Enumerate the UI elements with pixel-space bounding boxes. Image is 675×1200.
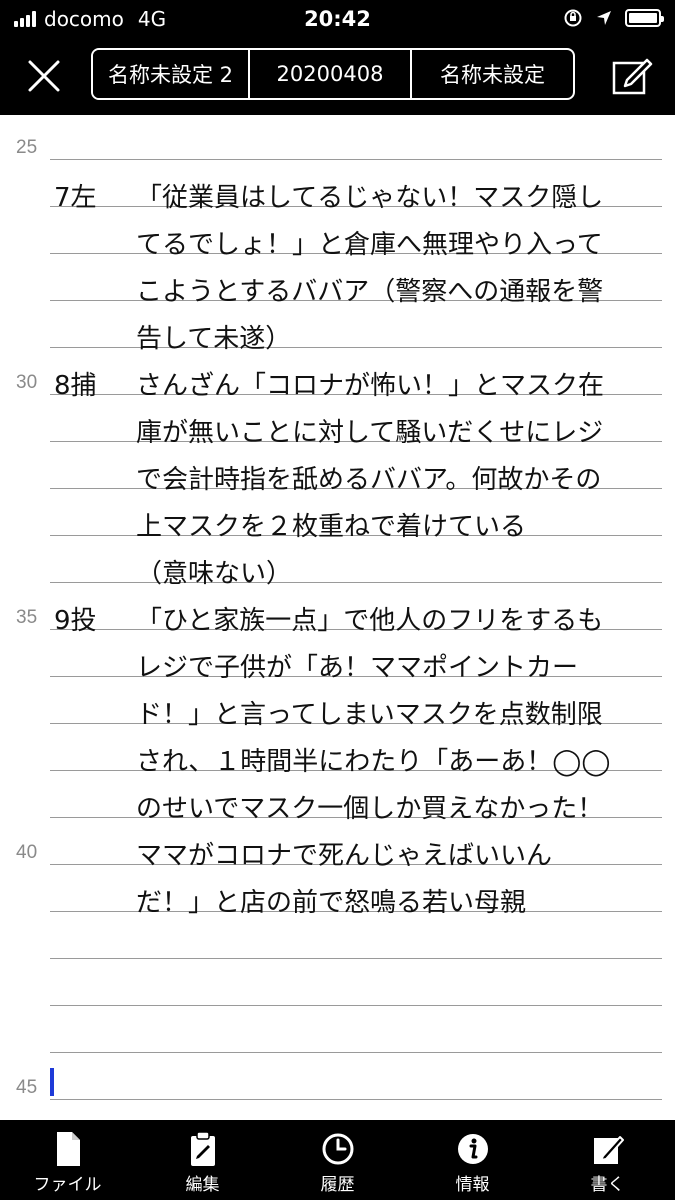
text-line: 上マスクを２枚重ねで着けている [136, 512, 527, 542]
tab-label: 情報 [455, 1175, 490, 1195]
tab-info[interactable]: 情報 [405, 1120, 540, 1200]
entry-label: 8捕 [54, 371, 97, 401]
rule-line [50, 159, 662, 160]
battery-icon [625, 9, 664, 27]
segment-document-1[interactable]: 名称未設定 2 [93, 50, 250, 98]
nav-bar: 名称未設定 2 20200408 名称未設定 [0, 38, 675, 115]
compose-icon[interactable] [611, 54, 653, 96]
tab-history[interactable]: 履歴 [270, 1120, 405, 1200]
tab-label: ファイル [33, 1175, 102, 1195]
line-number: 30 [16, 372, 38, 393]
text-line: で会計時指を舐めるババア。何故かその [136, 465, 602, 495]
rule-line [50, 1052, 662, 1053]
segment-document-2[interactable]: 20200408 [250, 50, 412, 98]
tab-bar: ファイル 編集 履歴 情報 書く [0, 1120, 675, 1200]
info-icon [457, 1134, 488, 1164]
rule-line [50, 958, 662, 959]
line-number: 25 [16, 137, 38, 158]
tab-label: 書く [590, 1175, 625, 1195]
compose-icon [593, 1136, 624, 1164]
text-line: （意味ない） [136, 559, 293, 589]
rule-line [50, 1099, 662, 1100]
entry-label: 9投 [54, 606, 97, 636]
text-line: ママがコロナで死んじゃえばいいん [136, 841, 553, 871]
text-line: ド！」と言ってしまいマスクを点数制限 [136, 700, 603, 730]
clipboard-icon [190, 1131, 215, 1166]
text-line: だ！」と店の前で怒鳴る若い母親 [136, 888, 527, 918]
text-line: 「従業員はしてるじゃない！マスク隠し [136, 183, 604, 213]
clock-icon [322, 1133, 353, 1165]
tab-file[interactable]: ファイル [0, 1120, 135, 1200]
text-line: こようとするババア（警察への通報を警 [136, 277, 604, 307]
text-line: され、１時間半にわたり「あーあ！◯◯ [136, 747, 611, 777]
orientation-lock-icon [564, 9, 582, 27]
tab-write[interactable]: 書く [540, 1120, 675, 1200]
document-segmented-control: 名称未設定 2 20200408 名称未設定 [91, 48, 575, 100]
text-line: レジで子供が「あ！ママポイントカー [136, 653, 579, 683]
text-line: のせいでマスク一個しか買えなかった！ [136, 794, 604, 824]
file-icon [56, 1132, 80, 1166]
location-icon [597, 11, 611, 25]
text-line: 告して未遂） [136, 324, 292, 354]
text-line: 「ひと家族一点」で他人のフリをするも [136, 606, 604, 636]
line-number: 40 [16, 842, 38, 863]
tab-edit[interactable]: 編集 [135, 1120, 270, 1200]
line-number: 35 [16, 607, 38, 628]
text-line: さんざん「コロナが怖い！」とマスク在 [136, 371, 605, 401]
status-right [563, 8, 664, 28]
close-icon[interactable] [24, 56, 64, 96]
entry-label: 7左 [54, 183, 97, 213]
line-number: 45 [16, 1077, 38, 1098]
tab-label: 履歴 [320, 1175, 355, 1195]
segment-document-3[interactable]: 名称未設定 [412, 50, 573, 98]
text-line: 庫が無いことに対して騒いだくせにレジ [136, 418, 604, 448]
rule-line [50, 1005, 662, 1006]
text-cursor [50, 1068, 54, 1096]
text-editor[interactable]: 25 30 35 40 45 7左 8捕 9投 「従業員はしてるじゃない！マスク… [0, 115, 675, 1120]
status-bar: docomo 4G 20:42 [0, 0, 675, 38]
tab-label: 編集 [185, 1175, 220, 1195]
text-line: てるでしょ！」と倉庫へ無理やり入って [136, 230, 603, 260]
